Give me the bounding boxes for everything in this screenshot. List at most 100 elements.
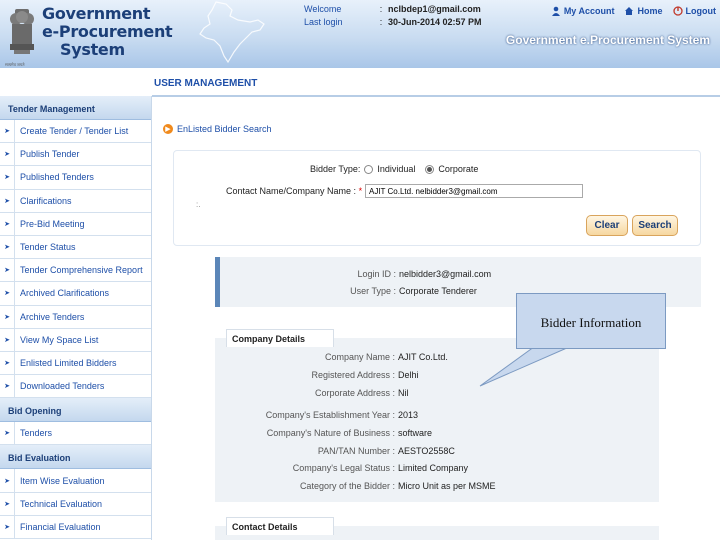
clear-button[interactable]: Clear	[586, 215, 628, 236]
corporate-radio[interactable]	[425, 164, 435, 174]
sidebar-item[interactable]: ➤ Archived Clarifications	[0, 282, 151, 306]
sidebar-section-header[interactable]: Bid Opening	[0, 398, 151, 423]
corporate-label: Corporate	[438, 164, 479, 174]
sidebar: Tender Management ➤ Create Tender / Tender…	[0, 96, 152, 540]
arrow-right-icon: ➤	[4, 523, 10, 531]
company-detail-value: Nil	[398, 388, 409, 398]
home-link[interactable]: Home	[624, 6, 663, 16]
company-detail-row: PAN/TAN Number : AESTO2558C	[220, 446, 455, 456]
sidebar-item-label: Clarifications	[14, 189, 72, 212]
sidebar-item-label: Published Tenders	[14, 166, 94, 189]
header-banner: सत्यमेव जयते Government e-Procurement Sy…	[0, 0, 720, 68]
company-detail-label: Company's Nature of Business :	[266, 428, 395, 438]
company-detail-value: 2013	[398, 410, 419, 420]
brand-title: Government e-Procurement System	[42, 4, 173, 59]
sidebar-item[interactable]: ➤ Item Wise Evaluation	[0, 469, 151, 493]
company-detail-row: Category of the Bidder : Micro Unit as pe…	[220, 481, 496, 491]
home-label: Home	[637, 6, 663, 16]
company-detail-label: Category of the Bidder :	[299, 481, 395, 491]
company-detail-row: Company's Legal Status : Limited Company	[220, 463, 468, 473]
bidder-type-label: Bidder Type:	[310, 164, 361, 174]
logout-link[interactable]: Logout	[672, 6, 716, 16]
sidebar-item[interactable]: ➤ Archive Tenders	[0, 305, 151, 329]
system-title: Government e.Procurement System	[505, 33, 710, 47]
company-detail-value: AJIT Co.Ltd.	[398, 352, 448, 362]
sidebar-item-label: Downloaded Tenders	[14, 375, 104, 398]
last-login-label: Last login	[304, 17, 343, 27]
sidebar-item[interactable]: ➤ Pre-Bid Meeting	[0, 212, 151, 236]
company-detail-label: Registered Address :	[311, 370, 395, 380]
company-detail-label: Company's Legal Status :	[292, 463, 395, 473]
arrow-right-icon: ➤	[4, 151, 10, 159]
contact-name-input[interactable]	[365, 184, 583, 198]
contact-name-label: Contact Name/Company Name : *	[226, 186, 363, 196]
contact-details-tab: Contact Details	[226, 517, 334, 535]
arrow-right-icon: ➤	[4, 267, 10, 275]
national-emblem-icon	[10, 9, 34, 54]
my-account-link[interactable]: My Account	[551, 6, 615, 16]
sidebar-section-header[interactable]: Tender Management	[0, 96, 151, 120]
company-details-panel	[215, 338, 659, 502]
sidebar-item[interactable]: ➤ Technical Evaluation	[0, 492, 151, 516]
company-detail-label: Company's Establishment Year :	[265, 410, 395, 420]
login-id-value: nelbidder3@gmail.com	[399, 269, 492, 279]
arrow-right-icon: ➤	[4, 500, 10, 508]
search-button[interactable]: Search	[632, 215, 678, 236]
sidebar-item-label: Tenders	[14, 422, 52, 445]
arrow-right-icon: ➤	[4, 174, 10, 182]
arrow-right-icon: ➤	[4, 313, 10, 321]
arrow-right-icon: ➤	[4, 477, 10, 485]
sidebar-item[interactable]: ➤ Financial Evaluation	[0, 515, 151, 539]
arrow-right-icon: ➤	[4, 359, 10, 367]
welcome-value: nclbdep1@gmail.com	[388, 4, 481, 14]
company-detail-row: Corporate Address : Nil	[220, 388, 409, 398]
company-detail-row: Registered Address : Delhi	[220, 370, 418, 380]
callout-text: Bidder Information	[540, 315, 642, 330]
logout-icon	[672, 6, 683, 16]
login-id-row: Login ID : nelbidder3@gmail.com	[300, 269, 491, 279]
sidebar-item[interactable]: ➤ View My Space List	[0, 328, 151, 352]
individual-radio[interactable]	[364, 164, 374, 174]
sidebar-item[interactable]: ➤ Downloaded Tenders	[0, 375, 151, 399]
sidebar-item-label: Create Tender / Tender List	[14, 120, 128, 143]
user-type-label: User Type :	[350, 286, 396, 296]
arrow-right-icon: ➤	[4, 220, 10, 228]
company-detail-value: Micro Unit as per MSME	[398, 481, 496, 491]
sidebar-item[interactable]: ➤ Tender Comprehensive Report	[0, 259, 151, 283]
sidebar-item[interactable]: ➤ Tender Status	[0, 235, 151, 260]
company-detail-value: AESTO2558C	[398, 446, 455, 456]
sidebar-item-label: Archive Tenders	[14, 305, 84, 328]
user-icon	[551, 6, 560, 16]
login-id-label: Login ID :	[357, 269, 396, 279]
sidebar-item-label: Item Wise Evaluation	[14, 469, 105, 492]
sidebar-item-label: Enlisted Limited Bidders	[14, 351, 117, 375]
top-links: My Account Home Logout	[551, 6, 716, 16]
sidebar-item[interactable]: ➤ Enlisted Limited Bidders	[0, 351, 151, 376]
sidebar-item[interactable]: ➤ Publish Tender	[0, 143, 151, 167]
company-details-tab: Company Details	[226, 329, 334, 347]
company-detail-row: Company Name : AJIT Co.Ltd.	[220, 352, 448, 362]
welcome-row: Welcome : nclbdep1@gmail.com	[304, 4, 481, 14]
last-login-value: 30-Jun-2014 02:57 PM	[388, 17, 482, 27]
arrow-right-icon: ➤	[4, 336, 10, 344]
arrow-right-icon: ➤	[4, 290, 10, 298]
sidebar-section-header[interactable]: Bid Evaluation	[0, 445, 151, 470]
arrow-right-icon: ➤	[4, 383, 10, 391]
welcome-label: Welcome	[304, 4, 342, 14]
company-detail-value: software	[398, 428, 433, 438]
my-account-label: My Account	[563, 6, 615, 16]
breadcrumb: ▶ EnListed Bidder Search	[163, 124, 272, 134]
arrow-right-icon: ➤	[4, 197, 10, 205]
user-type-row: User Type : Corporate Tenderer	[300, 286, 477, 296]
bidder-info-callout: Bidder Information	[516, 293, 666, 349]
company-detail-row: Company's Nature of Business : software	[220, 428, 432, 438]
sidebar-item[interactable]: ➤ Clarifications	[0, 189, 151, 213]
sidebar-item[interactable]: ➤ Tenders	[0, 422, 151, 446]
brand-line-1: Government	[42, 4, 151, 23]
sidebar-item-label: Tender Comprehensive Report	[14, 259, 143, 282]
sidebar-item[interactable]: ➤ Published Tenders	[0, 166, 151, 190]
company-detail-label: PAN/TAN Number :	[317, 446, 395, 456]
sidebar-item[interactable]: ➤ Create Tender / Tender List	[0, 120, 151, 144]
emblem-caption: सत्यमेव जयते	[5, 62, 25, 67]
brand-line-3: System	[60, 40, 125, 59]
